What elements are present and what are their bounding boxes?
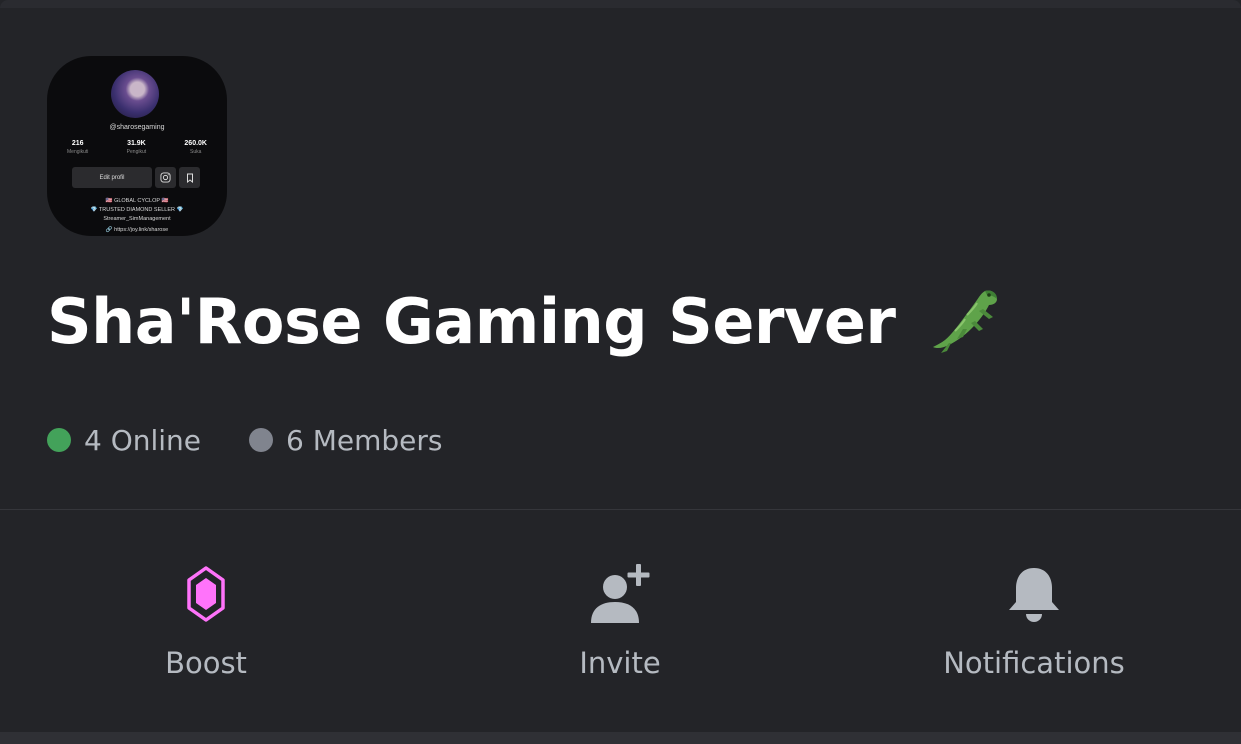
members-count-label: 6 Members: [286, 423, 443, 457]
boost-button[interactable]: Boost: [56, 510, 356, 732]
stat-label: Suka: [189, 149, 202, 155]
member-counts: 4 Online 6 Members: [47, 420, 443, 460]
bell-icon: [994, 556, 1074, 632]
notifications-label: Notifications: [943, 646, 1125, 680]
server-icon[interactable]: @sharosegaming 216 Mengikuti 31.9K Pengi…: [47, 56, 227, 236]
action-bar: Boost Invite Notifications: [0, 510, 1241, 732]
profile-bio-line: 💎 TRUSTED DIAMOND SELLER 💎: [90, 207, 184, 213]
members-status-dot: [249, 428, 274, 452]
profile-stat-following: 216 Mengikuti: [67, 140, 88, 155]
stat-value: 260.0K: [184, 140, 207, 147]
stat-label: Mengikuti: [67, 149, 89, 155]
bottom-edge: [0, 732, 1241, 744]
edit-profile-button: Edit profil: [72, 167, 152, 188]
crocodile-emoji-icon: [927, 285, 1003, 355]
online-status-dot: [47, 428, 71, 452]
boost-label: Boost: [165, 646, 247, 680]
invite-button[interactable]: Invite: [470, 510, 770, 732]
profile-link: 🔗 https://joy.link/sharose: [105, 227, 169, 233]
invite-label: Invite: [579, 646, 661, 680]
server-name-text: Sha'Rose Gaming Server: [47, 285, 896, 358]
boost-gem-icon: [166, 556, 246, 632]
server-name: Sha'Rose Gaming Server: [47, 280, 1003, 364]
profile-bio-line: 🇺🇸 GLOBAL CYCLOP 🇺🇸: [105, 198, 169, 204]
stat-value: 216: [71, 140, 84, 147]
sheet-top-edge: [0, 0, 1241, 8]
online-count: 4 Online: [47, 424, 201, 457]
profile-avatar: [111, 70, 159, 118]
instagram-icon: [155, 167, 176, 188]
profile-stat-followers: 31.9K Pengikut: [127, 140, 146, 155]
stat-value: 31.9K: [127, 140, 146, 147]
server-info-sheet: @sharosegaming 216 Mengikuti 31.9K Pengi…: [0, 0, 1241, 744]
profile-stat-likes: 260.0K Suka: [184, 140, 207, 155]
online-count-label: 4 Online: [84, 423, 202, 457]
profile-handle: @sharosegaming: [109, 124, 165, 131]
profile-buttons: Edit profil: [72, 167, 200, 188]
bookmark-icon: [179, 167, 200, 188]
add-user-icon: [580, 556, 660, 632]
profile-stats: 216 Mengikuti 31.9K Pengikut 260.0K Suka: [67, 140, 207, 155]
stat-label: Pengikut: [126, 149, 147, 155]
profile-bio-line: Streamer_SimManagement: [103, 216, 171, 222]
notifications-button[interactable]: Notifications: [884, 510, 1184, 732]
members-count: 6 Members: [249, 423, 443, 457]
